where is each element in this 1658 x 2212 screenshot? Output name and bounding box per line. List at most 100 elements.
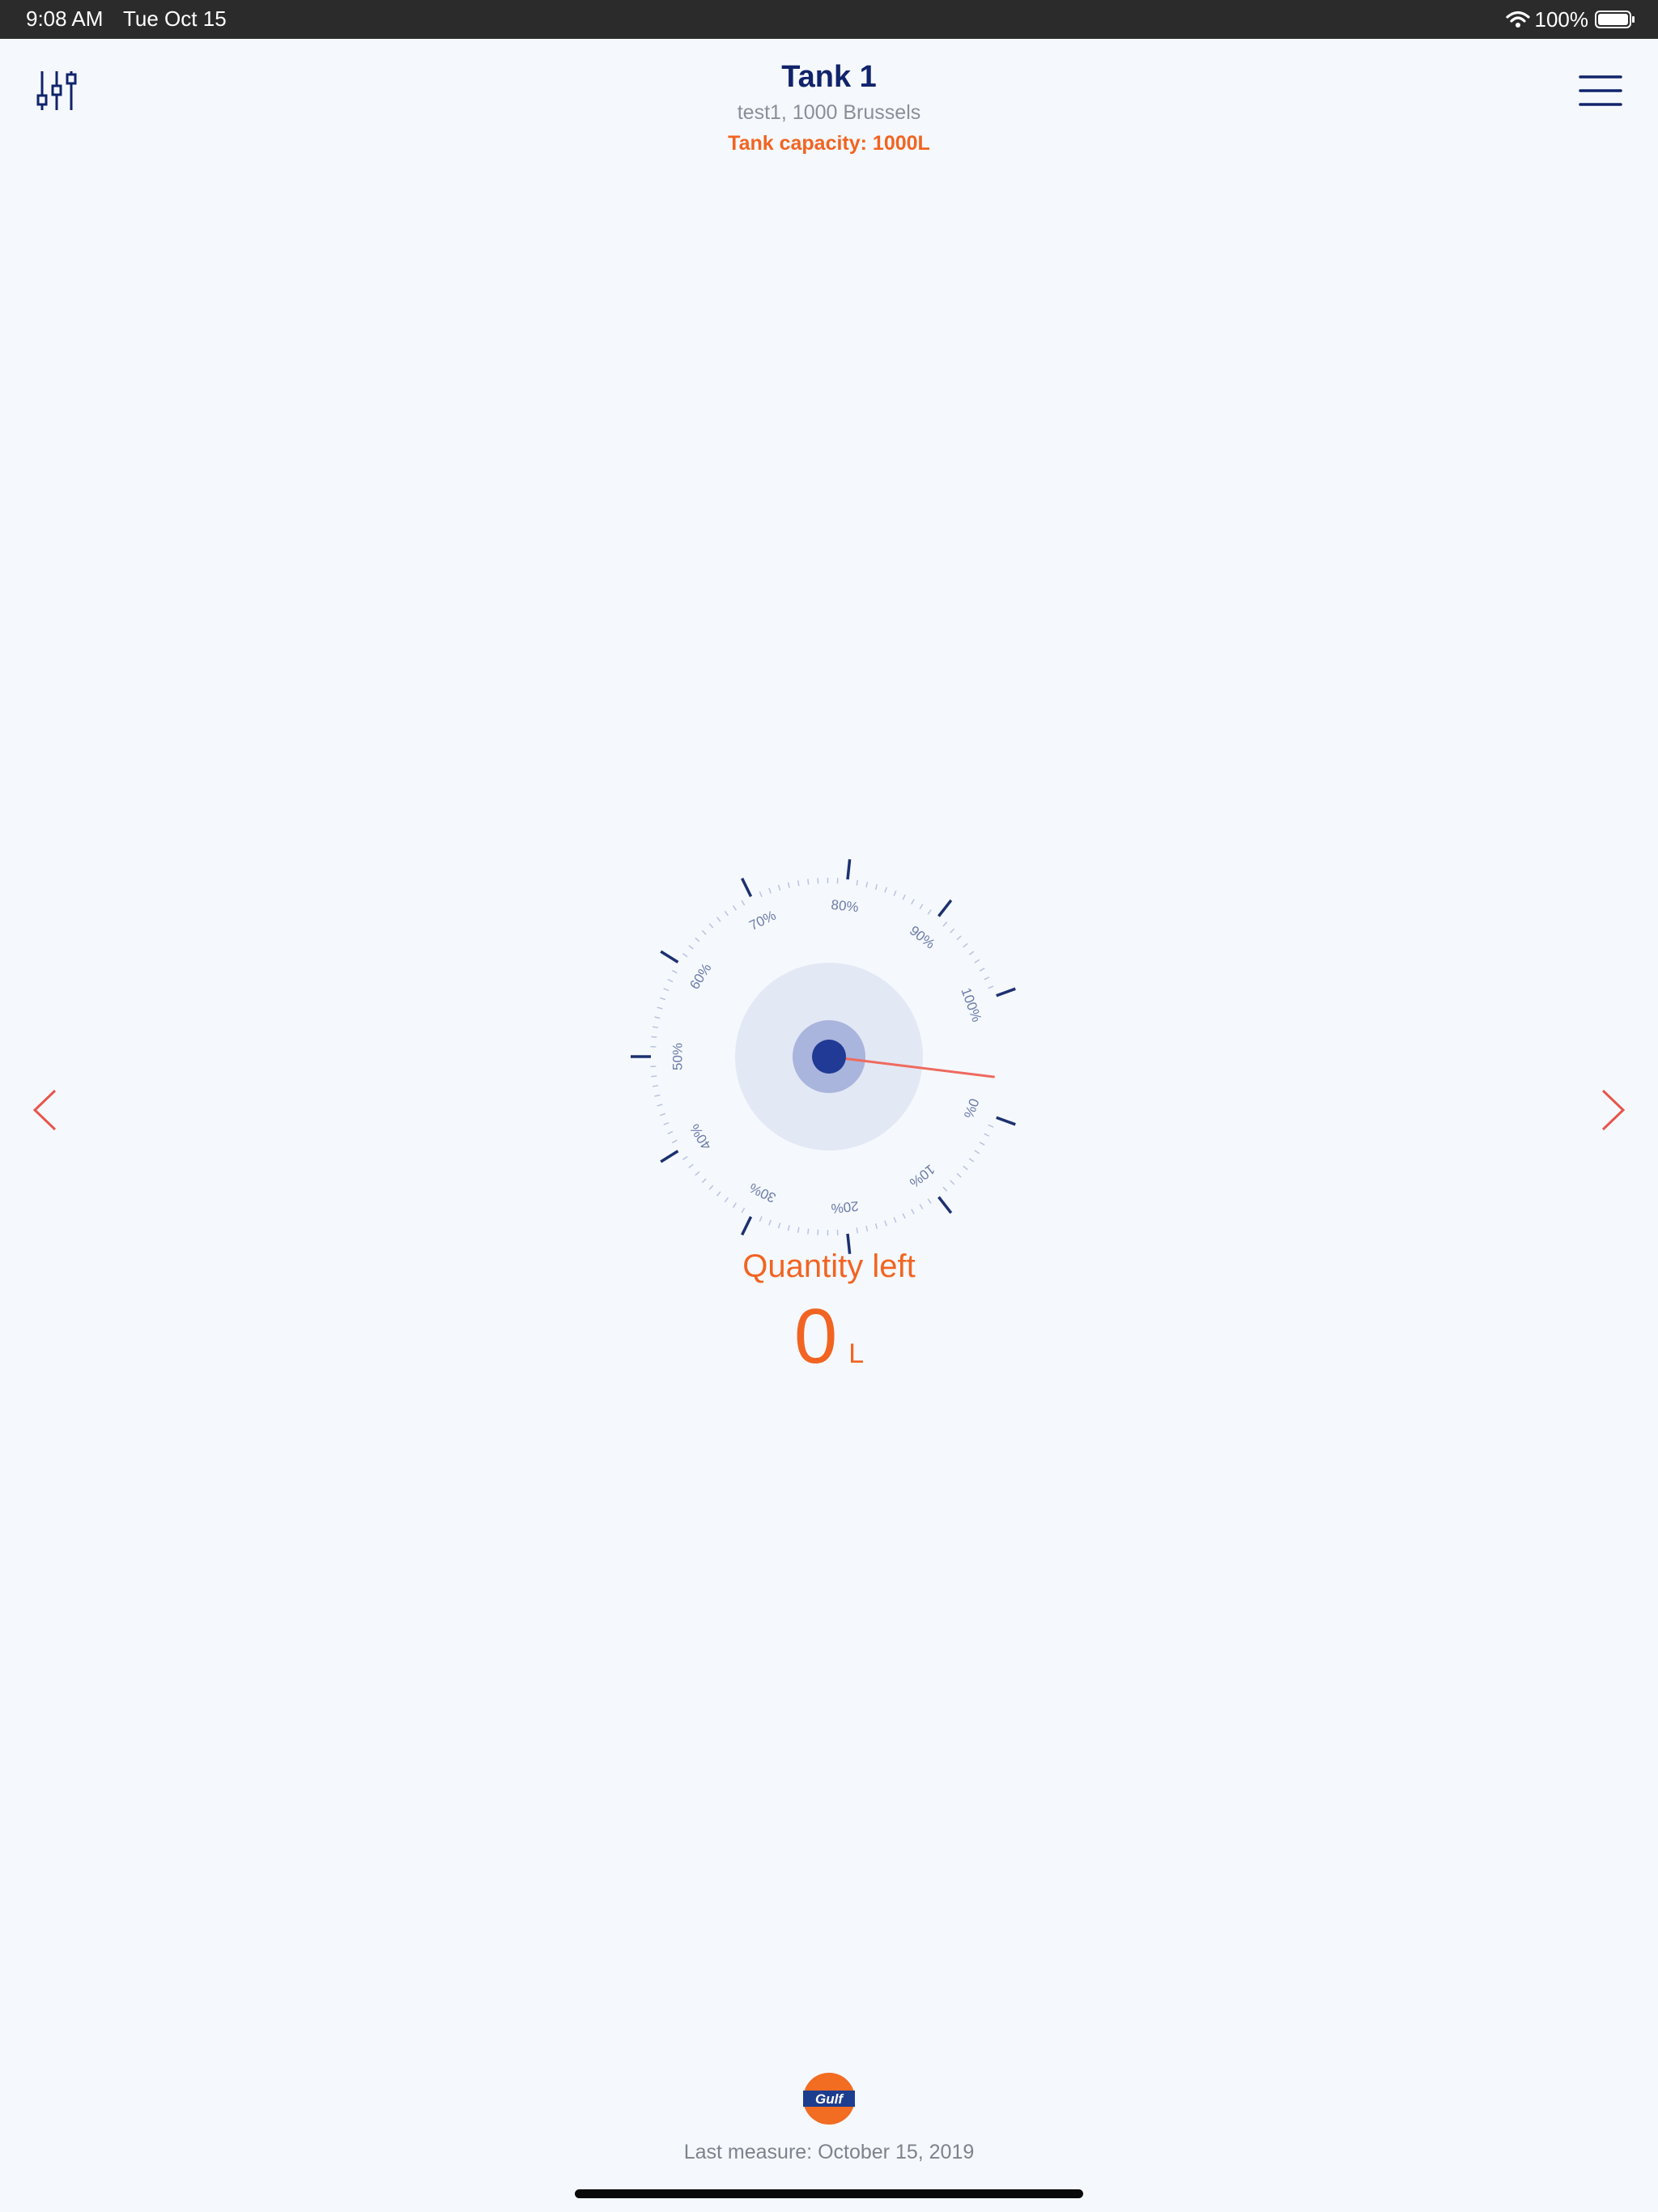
tank-gauge: 0% 10% 20% 30% 40% 50% 60% 70% 80% 90% 100%	[631, 858, 1027, 1255]
gauge-minor-tick	[768, 1219, 772, 1226]
gauge-label: 50%	[670, 1043, 686, 1070]
gauge-major-tick	[660, 950, 679, 963]
gauge-minor-tick	[968, 1158, 975, 1163]
gauge-minor-tick	[979, 968, 985, 972]
gauge-major-tick	[937, 899, 953, 917]
gauge-svg: 0% 10% 20% 30% 40% 50% 60% 70% 80% 90% 100%	[631, 859, 1016, 1254]
gauge-minor-tick	[942, 921, 948, 927]
gauge-minor-tick	[716, 1191, 721, 1197]
gauge-label: 40%	[687, 1121, 714, 1153]
gauge-minor-tick	[865, 1225, 869, 1232]
gauge-minor-tick	[787, 882, 790, 888]
gauge-label: 0%	[961, 1096, 982, 1121]
gauge-minor-tick	[651, 1075, 657, 1078]
chevron-right-icon[interactable]	[1600, 1088, 1627, 1132]
gauge-label: 100%	[958, 985, 984, 1023]
gauge-major-tick	[846, 859, 852, 880]
gauge-label: 80%	[831, 897, 860, 915]
gauge-minor-tick	[984, 1133, 990, 1137]
gauge-minor-tick	[724, 910, 729, 917]
gauge-minor-tick	[695, 1171, 700, 1176]
gauge-minor-tick	[663, 1121, 670, 1125]
status-time: 9:08 AM	[26, 6, 104, 31]
gauge-minor-tick	[688, 945, 694, 950]
gauge-minor-tick	[874, 1223, 878, 1230]
gauge-minor-tick	[874, 883, 878, 891]
gauge-minor-tick	[768, 887, 772, 894]
status-bar: 9:08 AM Tue Oct 15 100%	[0, 0, 1658, 39]
gauge-minor-tick	[657, 1104, 663, 1107]
gauge-minor-tick	[741, 900, 746, 906]
status-date: Tue Oct 15	[123, 6, 227, 31]
gauge-minor-tick	[732, 1202, 737, 1208]
gauge-minor-tick	[682, 952, 688, 958]
gauge-minor-tick	[716, 917, 721, 922]
gauge-minor-tick	[654, 1094, 661, 1097]
gauge-minor-tick	[652, 1084, 659, 1087]
chevron-left-icon[interactable]	[31, 1088, 58, 1132]
gauge-major-tick	[996, 987, 1016, 998]
gauge-minor-tick	[902, 894, 906, 900]
gauge-minor-tick	[919, 904, 924, 910]
gauge-major-tick	[996, 1116, 1016, 1126]
gauge-minor-tick	[807, 878, 810, 885]
gauge-minor-tick	[927, 1198, 932, 1204]
gauge-minor-tick	[660, 1112, 666, 1117]
gauge-label: 10%	[907, 1161, 938, 1190]
gauge-minor-tick	[667, 978, 674, 983]
gauge-minor-tick	[942, 1186, 948, 1192]
gauge-minor-tick	[724, 1197, 729, 1203]
gauge-minor-tick	[963, 942, 968, 948]
gauge-minor-tick	[732, 905, 737, 911]
tank-capacity: Tank capacity: 1000L	[728, 132, 930, 155]
gauge-minor-tick	[654, 1016, 661, 1019]
gauge-minor-tick	[927, 909, 932, 915]
gauge-minor-tick	[865, 881, 869, 888]
gauge-minor-tick	[759, 1215, 763, 1223]
gauge-minor-tick	[893, 890, 897, 896]
gauge-minor-tick	[741, 1207, 746, 1214]
gauge-minor-tick	[759, 891, 763, 898]
gulf-logo-text: Gulf	[815, 2091, 844, 2107]
gauge-minor-tick	[911, 899, 915, 905]
battery-icon	[1595, 11, 1635, 28]
quantity-display: 0L	[0, 1292, 1658, 1381]
last-measure: Last measure: October 15, 2019	[683, 2141, 975, 2163]
gauge-major-tick	[937, 1196, 953, 1214]
gauge-minor-tick	[663, 988, 670, 992]
gauge-minor-tick	[671, 1139, 678, 1144]
gauge-minor-tick	[660, 997, 666, 1001]
gauge-minor-tick	[968, 951, 975, 955]
gauge-minor-tick	[979, 1142, 985, 1146]
gulf-logo: Gulf	[803, 2073, 855, 2125]
gauge-label: 60%	[687, 960, 714, 992]
gauge-minor-tick	[956, 935, 962, 941]
status-right: 100%	[1505, 5, 1636, 34]
gauge-minor-tick	[787, 1225, 790, 1231]
gauge-minor-tick	[884, 887, 887, 893]
gauge-minor-tick	[956, 1172, 962, 1178]
tank-address: test1, 1000 Brussels	[737, 101, 921, 124]
gauge-minor-tick	[911, 1208, 915, 1214]
gauge-label: 90%	[907, 923, 938, 952]
gauge-minor-tick	[667, 1130, 674, 1135]
page-title: Tank 1	[781, 60, 877, 94]
gauge-major-tick	[741, 878, 753, 898]
gauge-minor-tick	[988, 985, 994, 989]
gauge-major-tick	[741, 1215, 753, 1236]
gauge-minor-tick	[974, 959, 980, 963]
gauge-minor-tick	[893, 1217, 897, 1223]
wifi-icon	[1505, 11, 1530, 28]
gauge-minor-tick	[950, 928, 955, 934]
gauge-minor-tick	[671, 969, 678, 974]
gauge-label: 30%	[747, 1180, 779, 1206]
gauge-minor-tick	[708, 923, 714, 929]
quantity-unit: L	[848, 1338, 865, 1369]
gauge-minor-tick	[701, 929, 707, 935]
gauge-minor-tick	[950, 1180, 955, 1185]
gauge-label: 20%	[831, 1198, 860, 1216]
gauge-minor-tick	[708, 1185, 714, 1190]
gauge-label: 70%	[747, 908, 779, 934]
gauge-minor-tick	[884, 1220, 887, 1227]
quantity-value: 0	[793, 1293, 838, 1380]
